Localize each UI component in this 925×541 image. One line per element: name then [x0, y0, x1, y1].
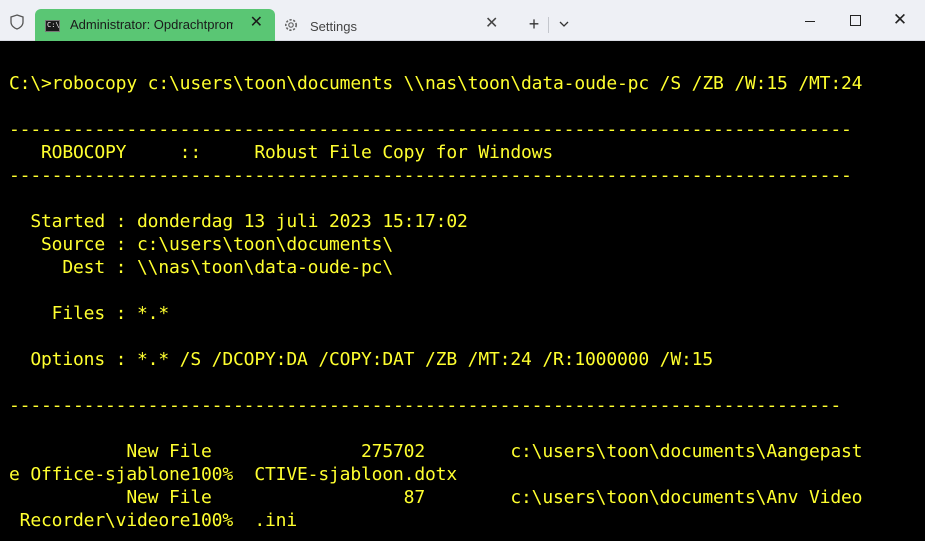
gear-icon: [285, 19, 297, 31]
terminal-window: C:\ Administrator: Opdrachtprompt ✕ Sett…: [0, 0, 925, 541]
terminal-line: ----------------------------------------…: [9, 119, 852, 140]
terminal-line: New File 275702 c:\users\toon\documents\…: [9, 441, 863, 462]
shield-icon: [10, 14, 24, 30]
terminal-line: C:\>robocopy c:\users\toon\documents \\n…: [9, 73, 863, 94]
terminal-line: Options : *.* /S /DCOPY:DA /COPY:DAT /ZB…: [9, 349, 714, 370]
new-tab-button[interactable]: +: [523, 13, 545, 35]
tab-dropdown-button[interactable]: [555, 14, 573, 34]
divider: [548, 17, 549, 33]
terminal-line: Started : donderdag 13 juli 2023 15:17:0…: [9, 211, 468, 232]
tab-administrator-prompt[interactable]: C:\ Administrator: Opdrachtprompt ✕: [35, 9, 275, 41]
terminal-line: Source : c:\users\toon\documents\: [9, 234, 394, 255]
terminal-line: Recorder\videore100% .ini: [9, 510, 298, 531]
terminal-line: e Office-sjablone100% CTIVE-sjabloon.dot…: [9, 464, 458, 485]
title-bar: C:\ Administrator: Opdrachtprompt ✕ Sett…: [0, 0, 925, 41]
tab-settings[interactable]: Settings ✕: [278, 9, 508, 41]
tab-close-button[interactable]: ✕: [250, 15, 263, 31]
chevron-down-icon: [559, 21, 569, 27]
maximize-button[interactable]: [837, 6, 873, 34]
terminal-line: ----------------------------------------…: [9, 395, 842, 416]
tab-close-button[interactable]: ✕: [485, 16, 498, 32]
terminal-output[interactable]: C:\>robocopy c:\users\toon\documents \\n…: [0, 41, 925, 541]
minimize-button[interactable]: [792, 6, 828, 34]
tab-title: Administrator: Opdrachtprompt: [70, 17, 233, 32]
terminal-line: Files : *.*: [9, 303, 170, 324]
terminal-line: ROBOCOPY :: Robust File Copy for Windows: [9, 142, 554, 163]
cmd-icon: C:\: [45, 20, 60, 32]
tab-title: Settings: [310, 19, 357, 34]
terminal-line: Dest : \\nas\toon\data-oude-pc\: [9, 257, 394, 278]
terminal-line: ----------------------------------------…: [9, 165, 852, 186]
terminal-line: New File 87 c:\users\toon\documents\Anv …: [9, 487, 863, 508]
close-window-button[interactable]: ✕: [882, 6, 918, 34]
